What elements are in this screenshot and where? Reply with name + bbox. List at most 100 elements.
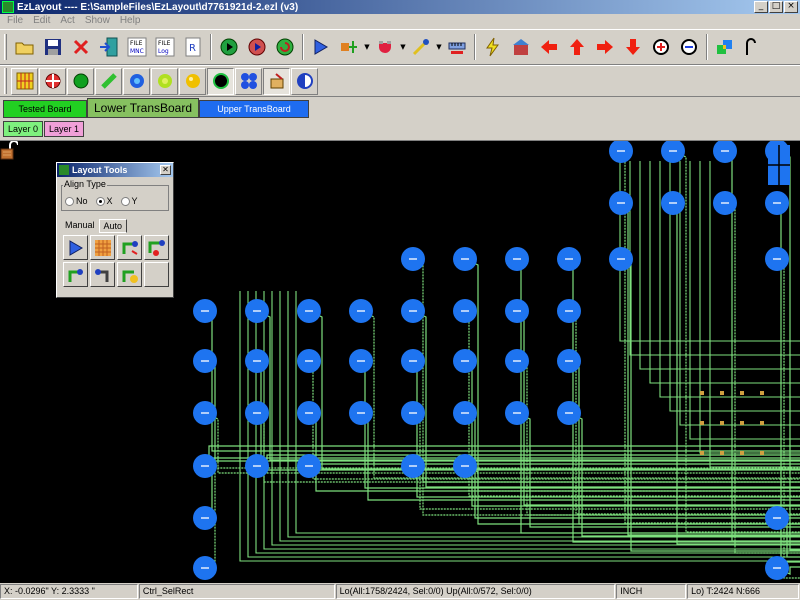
black-pad-button[interactable] — [207, 67, 234, 95]
magnet-button[interactable] — [371, 33, 399, 61]
via — [740, 391, 744, 395]
green-pad-button[interactable] — [67, 67, 94, 95]
menu-help[interactable]: Help — [115, 14, 146, 28]
grid-tool-button[interactable] — [11, 67, 38, 95]
move-right-button[interactable] — [591, 33, 619, 61]
route-corner-icon — [94, 268, 108, 282]
arrow-up-icon — [570, 39, 584, 55]
route-button[interactable] — [335, 33, 363, 61]
tab-auto[interactable]: Auto — [98, 219, 128, 233]
tab-layer-1[interactable]: Layer 1 — [44, 121, 85, 137]
tab-layer-0[interactable]: Layer 0 — [3, 121, 44, 137]
half-circle-button[interactable] — [291, 67, 318, 95]
select-button[interactable] — [307, 33, 335, 61]
crosshair-tool-button[interactable] — [39, 67, 66, 95]
measure-button[interactable] — [443, 33, 471, 61]
via — [760, 421, 764, 425]
save-button[interactable] — [39, 33, 67, 61]
file-mnc-button[interactable]: FILE MNC — [123, 33, 151, 61]
black-circle-icon — [212, 73, 229, 89]
radio-dot-selected — [95, 196, 105, 206]
tab-lower-transboard[interactable]: Lower TransBoard — [87, 98, 199, 118]
edit-tool-button[interactable] — [263, 67, 290, 95]
more-tools-button[interactable] — [739, 33, 767, 61]
yellow-circle-icon — [185, 74, 200, 88]
menu-file[interactable]: File — [2, 14, 28, 28]
menu-act[interactable]: Act — [55, 14, 79, 28]
zoom-out-button[interactable] — [675, 33, 703, 61]
align-no-radio[interactable]: No — [65, 196, 88, 206]
align-x-radio[interactable]: X — [95, 196, 113, 206]
tab-upper-transboard[interactable]: Upper TransBoard — [199, 100, 309, 118]
move-down-button[interactable] — [619, 33, 647, 61]
file-mnc-icon: FILEMNC — [127, 37, 147, 57]
svg-text:FILE: FILE — [130, 40, 143, 47]
move-up-button[interactable] — [563, 33, 591, 61]
status-mode: Ctrl_SelRect — [138, 584, 335, 599]
toolbar-grip[interactable] — [4, 34, 7, 60]
lightning-icon — [486, 37, 499, 57]
tab-tested-board[interactable]: Tested Board — [3, 100, 87, 118]
route-corner-button[interactable] — [90, 262, 115, 287]
toolbar2-grip[interactable] — [4, 68, 7, 94]
trace — [516, 258, 800, 534]
maximize-button[interactable]: □ — [769, 1, 783, 13]
zoom-in-button[interactable] — [647, 33, 675, 61]
array-button[interactable] — [90, 235, 115, 260]
cluster-tool-button[interactable] — [235, 67, 262, 95]
route-dropdown[interactable]: ▼ — [363, 43, 371, 51]
move-left-button[interactable] — [535, 33, 563, 61]
via — [740, 421, 744, 425]
exit-button[interactable] — [95, 33, 123, 61]
folder-open-icon — [15, 42, 34, 55]
route-auto-button[interactable] — [117, 235, 142, 260]
menu-show[interactable]: Show — [80, 14, 115, 28]
green-circle-icon — [73, 73, 88, 89]
main-toolbar: FILE MNC FILE Log R ▼ ▼ ▼ — [0, 29, 800, 65]
delete-button[interactable] — [67, 33, 95, 61]
trace — [256, 412, 800, 483]
minimize-button[interactable]: _ — [754, 1, 768, 13]
align-y-radio[interactable]: Y — [120, 196, 138, 206]
yellow-green-pad-button[interactable] — [151, 67, 178, 95]
svg-text:Log: Log — [158, 48, 169, 55]
probe-button[interactable] — [407, 33, 435, 61]
pad — [713, 141, 737, 163]
open-button[interactable] — [11, 33, 39, 61]
route-all-button[interactable] — [144, 235, 169, 260]
trace — [204, 310, 800, 452]
route-all-icon — [148, 239, 165, 256]
via — [740, 451, 744, 455]
status-coords: X: -0.0296" Y: 2.3333 " — [0, 584, 138, 599]
report-button[interactable]: R — [179, 33, 207, 61]
blue-pad-button[interactable] — [123, 67, 150, 95]
trace-tool-button[interactable] — [95, 67, 122, 95]
menu-edit[interactable]: Edit — [28, 14, 55, 28]
unlock-icon[interactable] — [0, 141, 18, 161]
align-pointer-button[interactable] — [63, 235, 88, 260]
layout-tools-titlebar[interactable]: Layout Tools — [57, 163, 173, 177]
tab-manual[interactable]: Manual — [61, 219, 99, 233]
blue-circle-icon — [129, 74, 144, 88]
run-button[interactable] — [215, 33, 243, 61]
station-button[interactable] — [507, 33, 535, 61]
flash-button[interactable] — [479, 33, 507, 61]
magnet-dropdown[interactable]: ▼ — [399, 43, 407, 51]
yellow-pad-button[interactable] — [179, 67, 206, 95]
trace — [256, 310, 800, 461]
cluster-icon — [240, 73, 257, 89]
file-log-button[interactable]: FILE Log — [151, 33, 179, 61]
close-button[interactable]: × — [784, 1, 798, 13]
building-icon — [513, 39, 529, 55]
refresh-button[interactable] — [271, 33, 299, 61]
route-star-button[interactable] — [117, 262, 142, 287]
stop-circle-icon — [248, 38, 266, 56]
trace — [412, 258, 800, 516]
route-auto-icon — [122, 240, 138, 255]
layout-tools-close-button[interactable]: ✕ — [160, 165, 171, 175]
stop-button[interactable] — [243, 33, 271, 61]
route-single-button[interactable] — [63, 262, 88, 287]
layers-button[interactable] — [711, 33, 739, 61]
probe-dropdown[interactable]: ▼ — [435, 43, 443, 51]
pad — [609, 141, 633, 163]
